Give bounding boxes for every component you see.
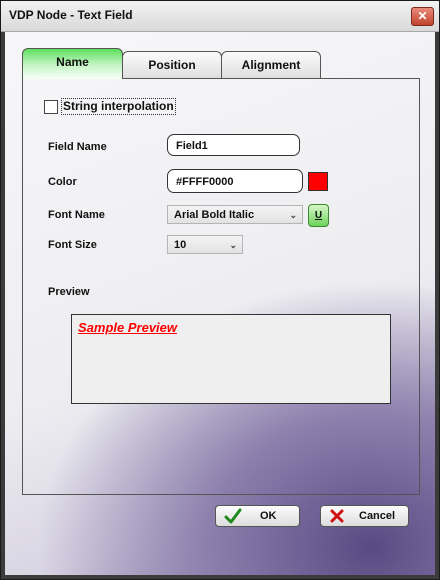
color-input[interactable]: #FFFF0000 [167, 169, 303, 193]
field-name-label: Field Name [48, 141, 107, 153]
checkmark-icon [224, 508, 242, 524]
font-name-value: Arial Bold Italic [174, 209, 255, 221]
field-name-input[interactable]: Field1 [167, 134, 300, 156]
close-icon: ✕ [417, 9, 428, 23]
color-label: Color [48, 176, 77, 188]
chevron-down-icon: ⌄ [229, 240, 237, 250]
dialog-client-area: Name Position Alignment String interpola… [5, 32, 435, 575]
window-title: VDP Node - Text Field [9, 8, 133, 22]
dialog-window: VDP Node - Text Field ✕ Name Position Al… [0, 0, 440, 580]
cancel-button[interactable]: Cancel [320, 505, 409, 527]
tab-alignment[interactable]: Alignment [221, 51, 321, 79]
font-name-select[interactable]: Arial Bold Italic ⌄ [167, 205, 303, 224]
font-size-select[interactable]: 10 ⌄ [167, 235, 243, 254]
preview-box: Sample Preview [71, 314, 391, 404]
chevron-down-icon: ⌄ [289, 210, 297, 220]
font-name-label: Font Name [48, 209, 105, 221]
title-bar: VDP Node - Text Field ✕ [1, 1, 439, 32]
string-interpolation-checkbox[interactable] [44, 100, 58, 114]
tab-name[interactable]: Name [22, 48, 123, 79]
font-size-value: 10 [174, 239, 187, 251]
font-size-label: Font Size [48, 239, 97, 251]
underline-toggle-button[interactable]: U [308, 204, 329, 227]
color-swatch-button[interactable] [308, 172, 328, 191]
tab-position[interactable]: Position [122, 51, 222, 79]
cancel-label: Cancel [359, 510, 396, 522]
ok-label: OK [260, 510, 277, 522]
x-icon [330, 509, 344, 523]
preview-label: Preview [48, 286, 90, 298]
preview-sample-text: Sample Preview [78, 320, 177, 335]
close-button[interactable]: ✕ [411, 7, 434, 26]
string-interpolation-label[interactable]: String interpolation [61, 98, 176, 115]
ok-button[interactable]: OK [215, 505, 300, 527]
